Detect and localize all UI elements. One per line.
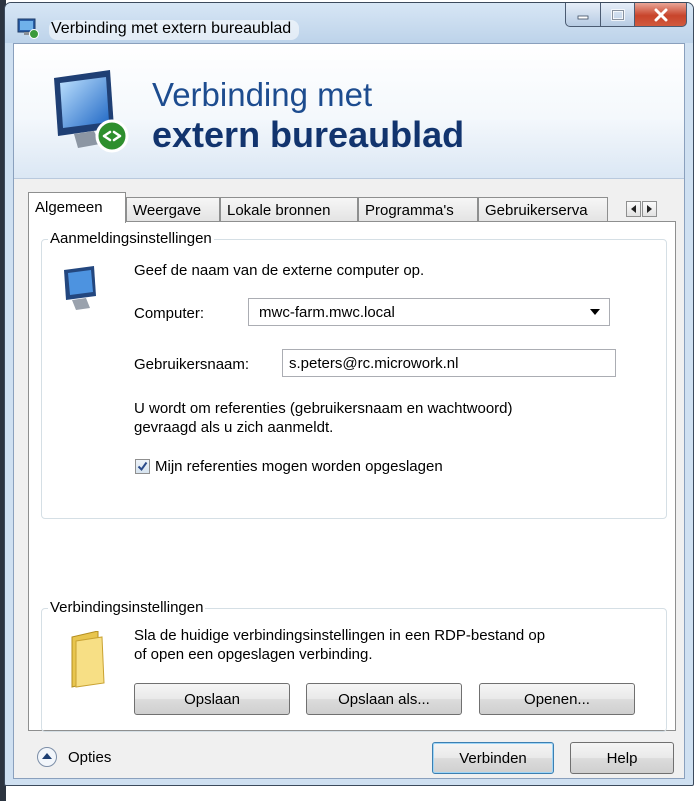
tab-programmas[interactable]: Programma's [358, 197, 478, 222]
window-title: Verbinding met extern bureaublad [49, 20, 300, 40]
tab-scroll-right-button[interactable] [642, 201, 657, 217]
maximize-button[interactable] [601, 3, 635, 27]
credentials-note-line1: U wordt om referenties (gebruikersnaam e… [134, 400, 513, 417]
credentials-note-line2: gevraagd als u zich aanmeldt. [134, 419, 334, 436]
open-button[interactable]: Openen... [479, 683, 635, 715]
computer-icon [64, 266, 96, 310]
arrow-left-icon [631, 205, 636, 213]
close-button[interactable] [635, 3, 687, 27]
logon-settings-legend: Aanmeldingsinstellingen [48, 230, 214, 247]
computer-value: mwc-farm.mwc.local [259, 304, 395, 321]
caption-buttons [565, 3, 687, 29]
computer-combobox[interactable]: mwc-farm.mwc.local [248, 298, 610, 326]
banner-title-line1: Verbinding met [152, 76, 373, 113]
maximize-icon [610, 8, 625, 21]
header-banner: Verbinding met extern bureaublad [14, 44, 684, 179]
chevron-up-icon [37, 747, 57, 767]
connection-settings-legend: Verbindingsinstellingen [48, 599, 206, 616]
computer-label: Computer: [134, 305, 205, 322]
save-credentials-label[interactable]: Mijn referenties mogen worden opgeslagen [155, 458, 443, 475]
tab-gebruikerservaring[interactable]: Gebruikerserva [478, 197, 608, 222]
username-value: s.peters@rc.microwork.nl [289, 355, 459, 372]
banner-title-line2: extern bureaublad [152, 114, 465, 155]
logon-settings-group: Aanmeldingsinstellingen Geef de naam van… [41, 230, 667, 519]
options-label: Opties [68, 748, 112, 766]
remote-desktop-computer-icon [54, 70, 129, 153]
tab-strip: Algemeen Weergave Lokale bronnen Program… [28, 192, 676, 223]
title-bar[interactable]: Verbinding met extern bureaublad [5, 3, 693, 43]
close-icon [654, 8, 667, 21]
minimize-button[interactable] [565, 3, 601, 27]
save-button[interactable]: Opslaan [134, 683, 290, 715]
options-toggle[interactable]: Opties [36, 746, 111, 768]
save-credentials-checkbox[interactable] [135, 459, 150, 474]
checkmark-icon [137, 461, 148, 472]
remote-desktop-icon [17, 18, 39, 39]
tab-algemeen[interactable]: Algemeen [28, 192, 126, 223]
tab-weergave[interactable]: Weergave [126, 197, 220, 222]
chevron-down-icon [590, 309, 600, 315]
save-as-button[interactable]: Opslaan als... [306, 683, 462, 715]
logon-instruction: Geef de naam van de externe computer op. [134, 262, 425, 279]
arrow-right-icon [647, 205, 652, 213]
connection-description-line2: of open een opgeslagen verbinding. [134, 646, 373, 663]
tab-panel-algemeen: Aanmeldingsinstellingen Geef de naam van… [28, 221, 676, 732]
dialog-client-area: Verbinding met extern bureaublad Algemee… [13, 43, 685, 779]
minimize-icon [577, 15, 589, 19]
help-button[interactable]: Help [570, 742, 674, 774]
connection-description-line1: Sla de huidige verbindingsinstellingen i… [134, 627, 546, 644]
rdp-window: Verbinding met extern bureaublad Verbind… [4, 2, 694, 786]
username-field[interactable]: s.peters@rc.microwork.nl [282, 349, 616, 377]
folder-icon [71, 631, 105, 688]
connection-settings-group: Verbindingsinstellingen Sla de huidige v… [41, 599, 667, 732]
connect-button[interactable]: Verbinden [432, 742, 554, 774]
tab-lokale-bronnen[interactable]: Lokale bronnen [220, 197, 358, 222]
tab-scroll-left-button[interactable] [626, 201, 641, 217]
username-label: Gebruikersnaam: [134, 356, 250, 373]
